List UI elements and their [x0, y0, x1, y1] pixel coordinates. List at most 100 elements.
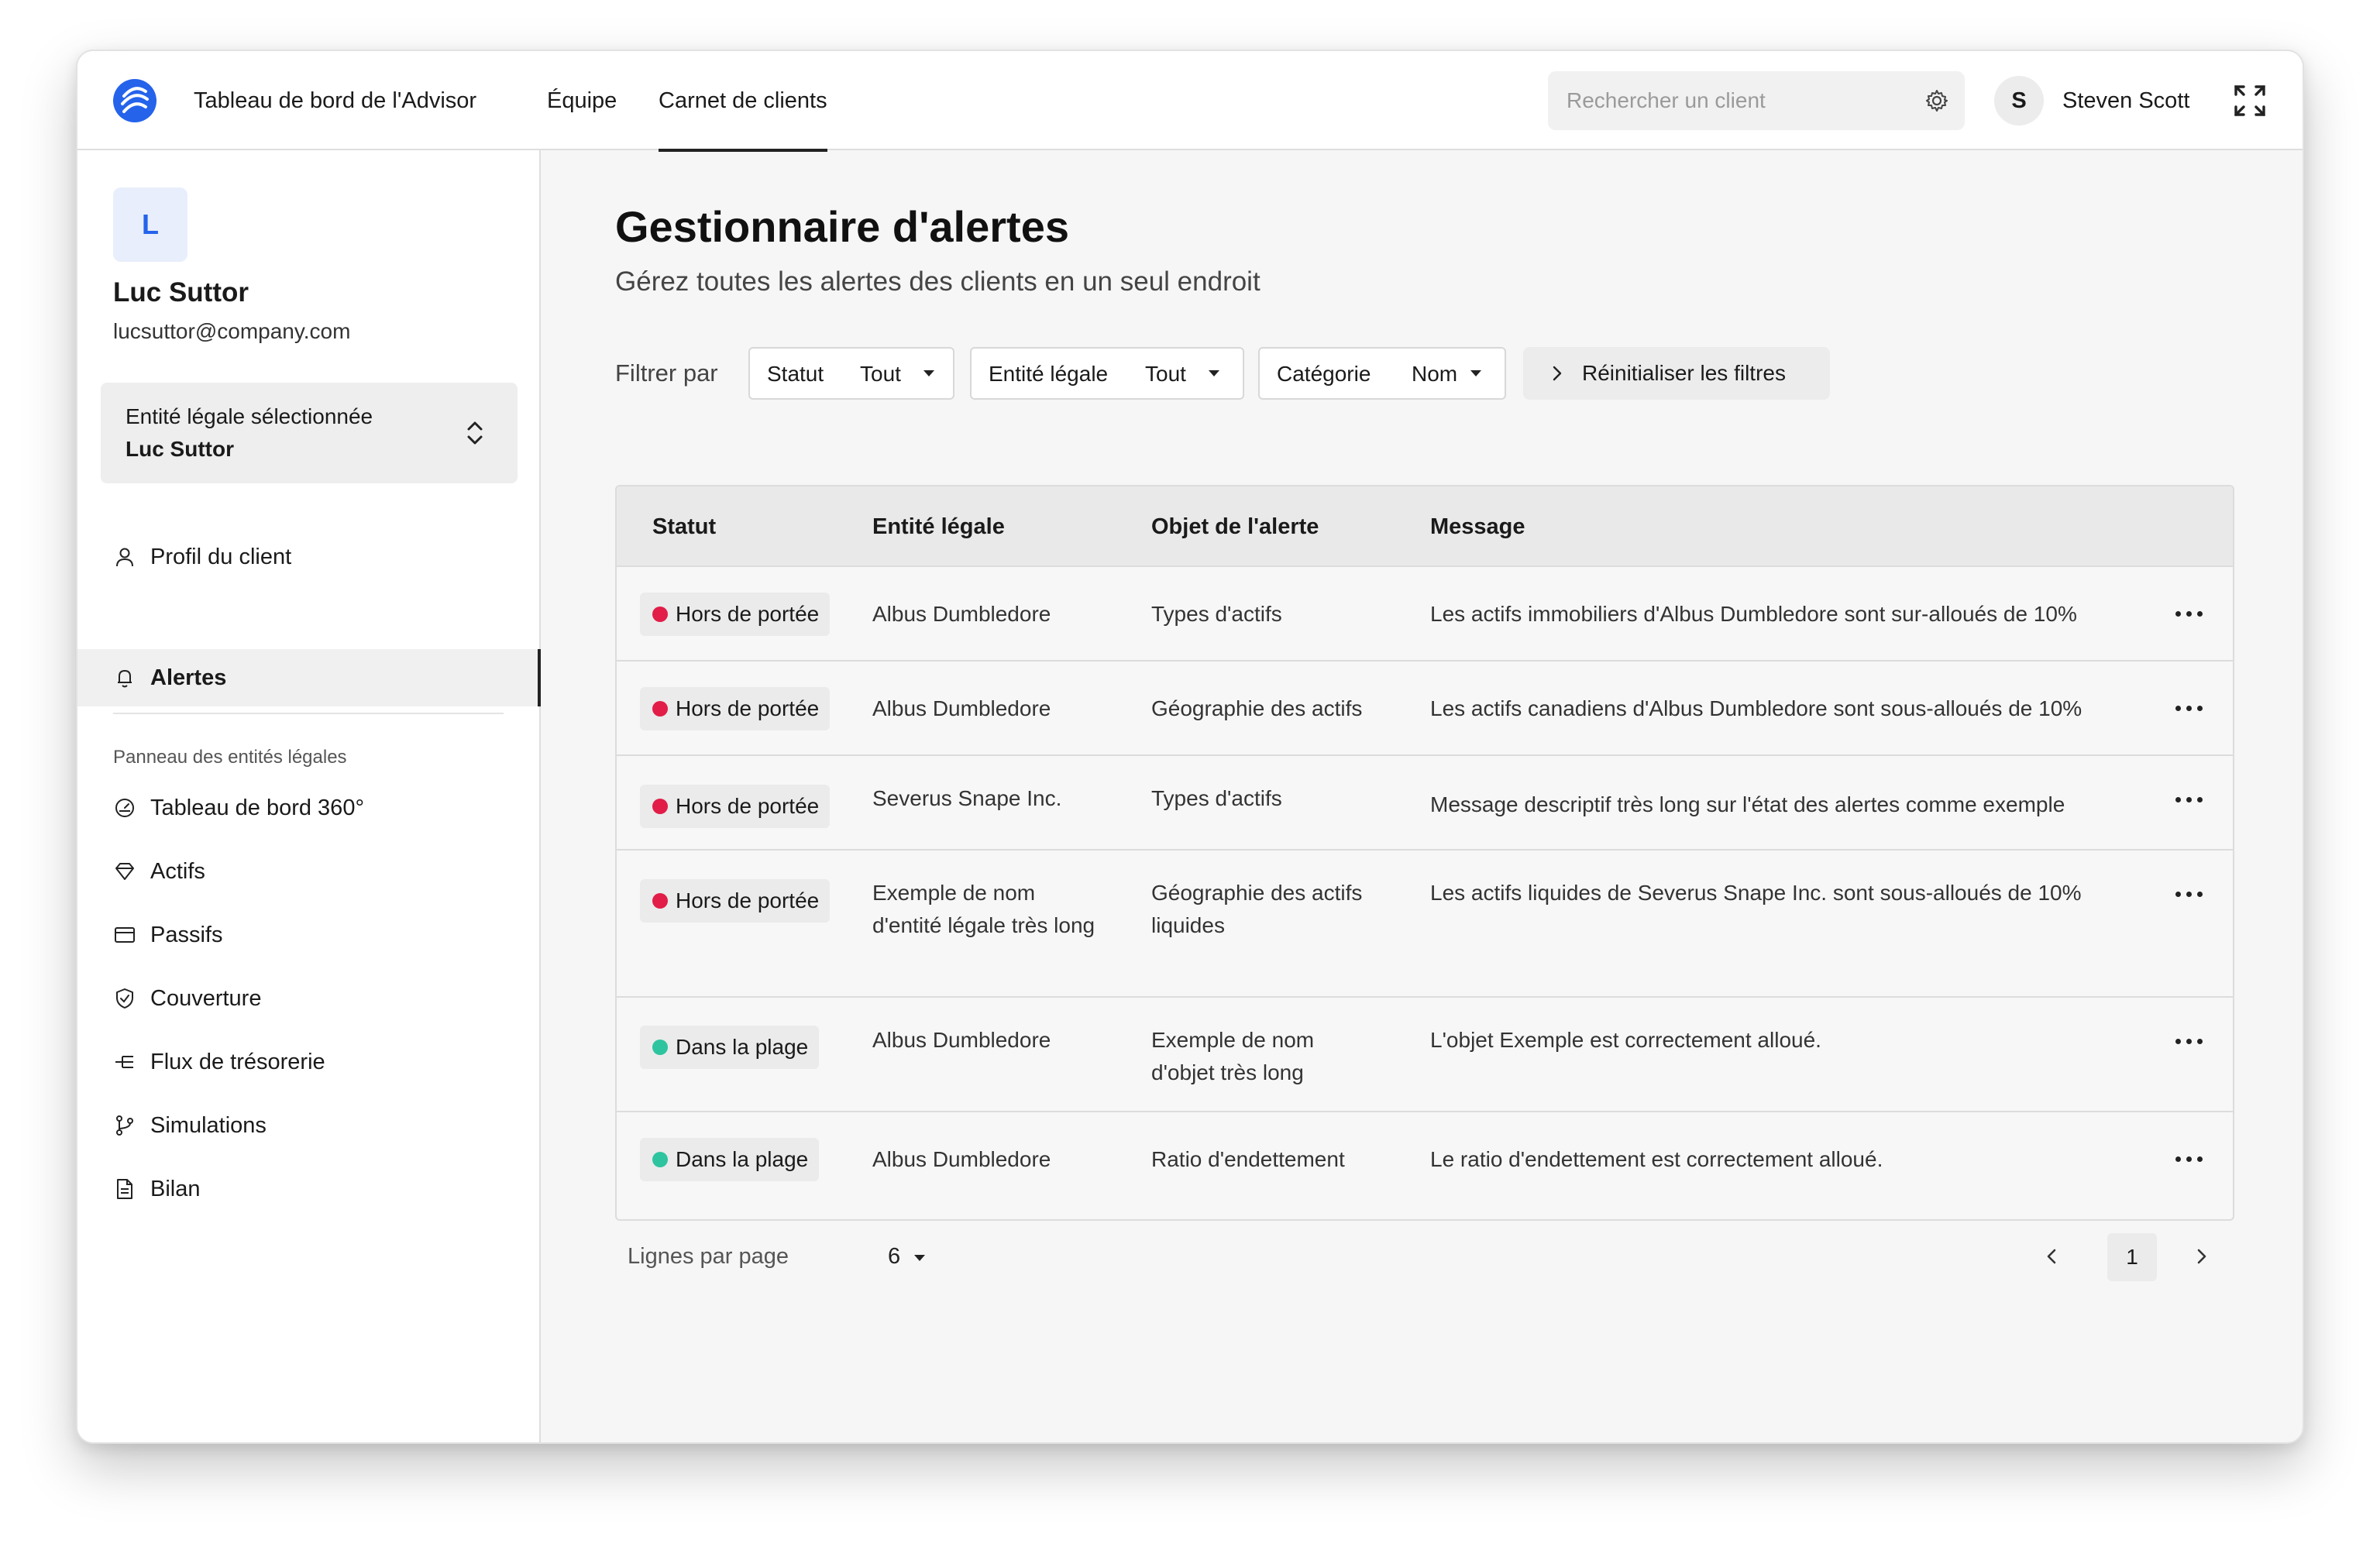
entity-cell: Albus Dumbledore: [872, 1147, 1051, 1171]
status-badge: Dans la plage: [640, 1026, 820, 1069]
alerts-table: Statut Entité légale Objet de l'alerte M…: [615, 485, 2234, 1221]
main-content: Gestionnaire d'alertes Gérez toutes les …: [542, 150, 2303, 1442]
more-options-icon[interactable]: [2174, 1154, 2205, 1165]
bell-icon: [118, 670, 132, 688]
column-header-entity[interactable]: Entité légale: [872, 514, 1005, 540]
status-badge: Hors de portée: [640, 785, 831, 828]
sidebar-item-coverage[interactable]: Couverture: [77, 970, 541, 1027]
more-options-icon[interactable]: [2174, 889, 2205, 900]
user-icon: [116, 548, 133, 567]
entity-cell: Albus Dumbledore: [872, 696, 1051, 720]
sidebar-item-label: Couverture: [150, 985, 262, 1011]
table-row[interactable]: Hors de portée Albus Dumbledore Géograph…: [617, 662, 2233, 756]
branch-icon: [116, 1115, 133, 1136]
shield-icon: [116, 988, 133, 1009]
status-badge: Hors de portée: [640, 879, 831, 923]
table-row[interactable]: Dans la plage Albus Dumbledore Ratio d'e…: [617, 1112, 2233, 1207]
status-text: Hors de portée: [676, 602, 820, 626]
table-row[interactable]: Dans la plage Albus Dumbledore Exemple d…: [617, 998, 2233, 1112]
sidebar-item-dashboard-360[interactable]: Tableau de bord 360°: [77, 779, 541, 837]
message-cell: L'objet Exemple est correctement alloué.: [1430, 1028, 1821, 1052]
sidebar-item-assets[interactable]: Actifs: [77, 843, 541, 900]
sidebar-item-liabilities[interactable]: Passifs: [77, 906, 541, 964]
sidebar-item-alerts[interactable]: Alertes: [77, 649, 541, 706]
message-cell: Message descriptif très long sur l'état …: [1430, 792, 2065, 816]
object-cell: Exemple de nom d'objet très long: [1151, 1028, 1315, 1084]
column-header-message[interactable]: Message: [1430, 514, 1525, 540]
fullscreen-icon[interactable]: [2233, 84, 2267, 118]
filter-category-dropdown[interactable]: Catégorie Nom: [1258, 347, 1506, 400]
page-title: Gestionnaire d'alertes: [615, 202, 1069, 251]
previous-page-icon[interactable]: [2038, 1242, 2065, 1270]
status-dot-red: [652, 799, 668, 814]
filter-label: Filtrer par: [615, 359, 718, 387]
page-number-button[interactable]: 1: [2107, 1233, 2157, 1281]
caret-down-icon[interactable]: [914, 1255, 925, 1261]
chevron-up-down-icon: [467, 421, 483, 445]
table-header: Statut Entité légale Objet de l'alerte M…: [617, 486, 2233, 567]
table-row[interactable]: Hors de portée Severus Snape Inc. Types …: [617, 756, 2233, 851]
table-row[interactable]: Hors de portée Albus Dumbledore Types d'…: [617, 567, 2233, 662]
column-header-object[interactable]: Objet de l'alerte: [1151, 514, 1319, 540]
nav-team[interactable]: Équipe: [547, 51, 617, 150]
sidebar-item-balance-sheet[interactable]: Bilan: [77, 1160, 541, 1218]
sidebar-item-label: Profil du client: [150, 544, 292, 569]
filter-key: Entité légale: [989, 362, 1109, 386]
rows-per-page-select[interactable]: 6: [888, 1244, 900, 1270]
filter-key: Statut: [767, 362, 824, 386]
more-options-icon[interactable]: [2174, 1036, 2205, 1047]
object-cell: Types d'actifs: [1151, 786, 1282, 810]
next-page-icon[interactable]: [2188, 1242, 2216, 1270]
search-input[interactable]: [1567, 71, 1907, 130]
credit-card-icon: [115, 927, 135, 943]
status-badge: Hors de portée: [640, 593, 831, 636]
entity-cell: Severus Snape Inc.: [872, 786, 1062, 810]
filter-status-dropdown[interactable]: Statut Tout: [748, 347, 954, 400]
entity-selector-value: Luc Suttor: [126, 437, 234, 461]
more-options-icon[interactable]: [2174, 795, 2205, 806]
client-avatar: L: [113, 187, 187, 262]
entity-cell: Albus Dumbledore: [872, 602, 1051, 626]
entity-selector-label: Entité légale sélectionnée: [126, 404, 373, 428]
filter-value: Tout: [860, 362, 901, 386]
top-navbar: Tableau de bord de l'Advisor Équipe Carn…: [77, 51, 2303, 152]
column-header-status[interactable]: Statut: [652, 514, 716, 540]
nav-client-book[interactable]: Carnet de clients: [659, 51, 827, 152]
sidebar-item-label: Actifs: [150, 858, 205, 884]
sidebar-divider: [113, 713, 504, 714]
brand-logo-icon[interactable]: [112, 77, 158, 124]
user-avatar[interactable]: S: [1994, 76, 2044, 125]
gear-icon[interactable]: [1924, 88, 1949, 113]
table-row[interactable]: Hors de portée Exemple de nom d'entité l…: [617, 851, 2233, 998]
message-cell: Les actifs liquides de Severus Snape Inc…: [1430, 881, 2082, 905]
filter-legal-entity-dropdown[interactable]: Entité légale Tout: [970, 347, 1244, 400]
reset-filters-button[interactable]: Réinitialiser les filtres: [1523, 347, 1830, 400]
client-search: [1548, 71, 1965, 130]
sidebar: L Luc Suttor lucsuttor@company.com Entit…: [77, 150, 541, 1442]
sidebar-item-cash-flow[interactable]: Flux de trésorerie: [77, 1033, 541, 1091]
sidebar-item-simulations[interactable]: Simulations: [77, 1097, 541, 1154]
sidebar-item-client-profile[interactable]: Profil du client: [77, 528, 541, 586]
flow-icon: [115, 1056, 133, 1068]
app-window: Tableau de bord de l'Advisor Équipe Carn…: [76, 50, 2304, 1444]
more-options-icon[interactable]: [2174, 609, 2205, 620]
legal-entity-selector[interactable]: Entité légale sélectionnée Luc Suttor: [101, 383, 518, 483]
status-dot-red: [652, 701, 668, 717]
message-cell: Les actifs immobiliers d'Albus Dumbledor…: [1430, 602, 2077, 626]
sidebar-item-label: Passifs: [150, 922, 223, 947]
status-dot-green: [652, 1152, 668, 1167]
status-text: Hors de portée: [676, 696, 820, 720]
nav-advisor-dashboard[interactable]: Tableau de bord de l'Advisor: [194, 51, 476, 150]
status-badge: Hors de portée: [640, 687, 831, 730]
sidebar-item-label: Simulations: [150, 1112, 267, 1138]
entity-cell: Albus Dumbledore: [872, 1028, 1051, 1052]
gauge-icon: [115, 799, 134, 817]
more-options-icon[interactable]: [2174, 703, 2205, 714]
entity-cell: Exemple de nom d'entité légale très long: [872, 881, 1095, 937]
diamond-icon: [115, 863, 134, 880]
object-cell: Types d'actifs: [1151, 602, 1282, 626]
status-text: Hors de portée: [676, 888, 820, 912]
filter-value: Tout: [1145, 362, 1186, 386]
user-name[interactable]: Steven Scott: [2062, 51, 2189, 150]
